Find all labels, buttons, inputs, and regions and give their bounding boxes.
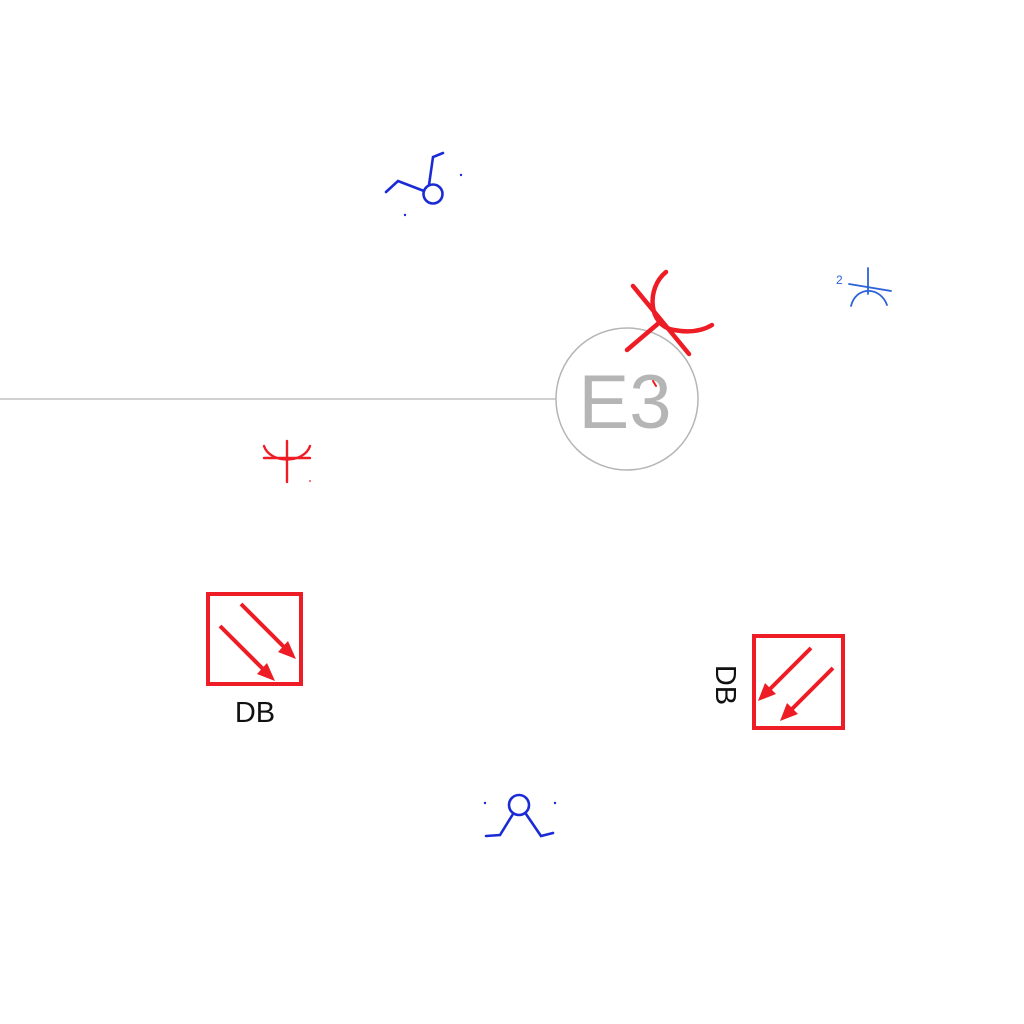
distribution-board-2[interactable]: DB bbox=[709, 634, 845, 730]
db-2-box bbox=[752, 634, 845, 730]
db-2-arrows bbox=[758, 646, 835, 721]
db-1-arrows bbox=[218, 602, 296, 681]
sheet-number-text: 2 bbox=[836, 273, 843, 287]
distribution-board-1[interactable]: DB bbox=[206, 592, 303, 729]
wall-device-symbol-top[interactable] bbox=[384, 151, 463, 217]
socket-symbol-small-blue[interactable]: 2 bbox=[836, 267, 892, 307]
db-1-label: DB bbox=[235, 697, 275, 729]
db-2-label: DB bbox=[709, 665, 741, 705]
socket-symbol-small-red[interactable] bbox=[262, 439, 312, 484]
grid-bubble-label: E3 bbox=[579, 360, 672, 445]
db-1-box bbox=[206, 592, 303, 686]
wall-device-symbol-bottom[interactable] bbox=[483, 793, 557, 838]
drawing-canvas: E3 2 DB DB bbox=[0, 151, 892, 838]
